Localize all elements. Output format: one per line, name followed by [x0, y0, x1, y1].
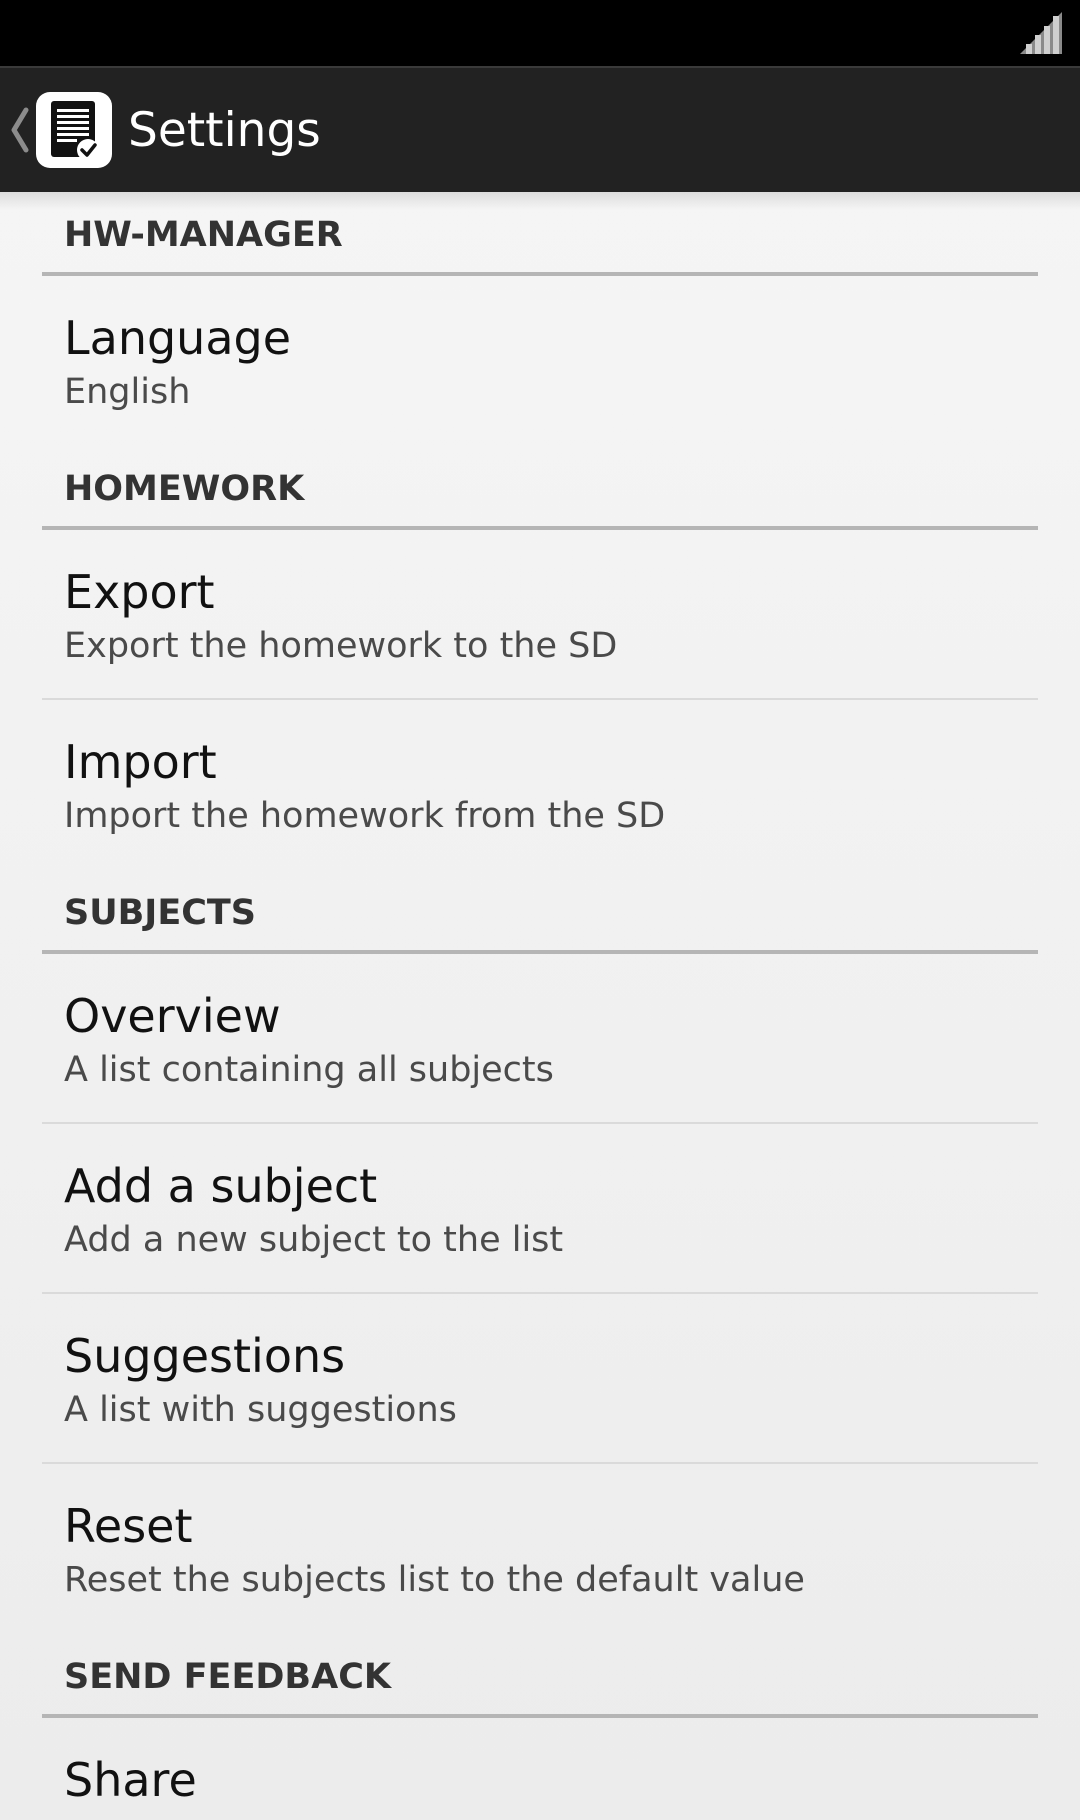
category-title: SUBJECTS [64, 893, 257, 933]
pref-title: Add a subject [64, 1159, 378, 1213]
pref-reset[interactable]: Reset Reset the subjects list to the def… [42, 1464, 1038, 1634]
action-bar: Settings [0, 66, 1080, 192]
category-title: SEND FEEDBACK [64, 1657, 391, 1697]
pref-overview[interactable]: Overview A list containing all subjects [42, 954, 1038, 1124]
pref-summary: Import the homework from the SD [64, 796, 666, 836]
chevron-left-icon[interactable] [8, 104, 30, 156]
pref-suggestions[interactable]: Suggestions A list with suggestions [42, 1294, 1038, 1464]
category-title: HW-MANAGER [64, 215, 343, 255]
preference-list: HW-MANAGER Language English HOMEWORK Exp… [42, 192, 1038, 1820]
pref-title: Language [64, 311, 292, 365]
pref-export[interactable]: Export Export the homework to the SD [42, 530, 1038, 700]
pref-share[interactable]: Share [42, 1718, 1038, 1820]
category-send-feedback: SEND FEEDBACK [42, 1634, 1038, 1718]
pref-title: Reset [64, 1499, 193, 1553]
homework-document-icon [51, 101, 99, 161]
pref-summary: Reset the subjects list to the default v… [64, 1560, 805, 1600]
category-homework: HOMEWORK [42, 446, 1038, 530]
pref-import[interactable]: Import Import the homework from the SD [42, 700, 1038, 870]
pref-title: Export [64, 565, 215, 619]
pref-summary: A list with suggestions [64, 1390, 457, 1430]
pref-summary: Add a new subject to the list [64, 1220, 564, 1260]
pref-language[interactable]: Language English [42, 276, 1038, 446]
category-title: HOMEWORK [64, 469, 305, 509]
app-icon[interactable] [36, 92, 112, 168]
pref-add-subject[interactable]: Add a subject Add a new subject to the l… [42, 1124, 1038, 1294]
category-hw-manager: HW-MANAGER [42, 192, 1038, 276]
pref-summary: Export the homework to the SD [64, 626, 618, 666]
page-title: Settings [128, 103, 321, 158]
category-subjects: SUBJECTS [42, 870, 1038, 954]
pref-summary: A list containing all subjects [64, 1050, 554, 1090]
pref-title: Share [64, 1753, 197, 1807]
signal-icon [1020, 12, 1062, 54]
pref-title: Import [64, 735, 217, 789]
status-bar [0, 0, 1080, 66]
pref-title: Suggestions [64, 1329, 346, 1383]
pref-summary: English [64, 372, 191, 412]
pref-title: Overview [64, 989, 281, 1043]
